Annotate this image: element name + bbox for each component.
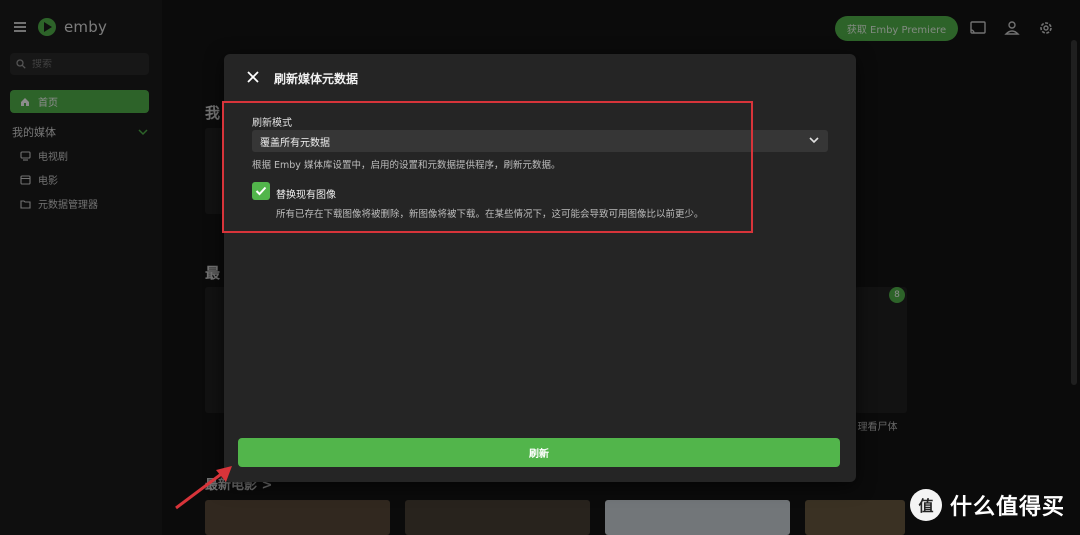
chevron-down-icon — [809, 137, 819, 144]
dialog-title: 刷新媒体元数据 — [274, 72, 359, 86]
watermark-text: 什么值得买 — [950, 495, 1066, 520]
refresh-button[interactable]: 刷新 — [238, 438, 840, 467]
annotation-arrow-icon — [175, 466, 232, 510]
annotation-highlight-box — [222, 101, 753, 233]
watermark: 值 什么值得买 — [910, 489, 1065, 521]
watermark-logo-icon: 值 — [910, 489, 942, 521]
watermark-logo-glyph: 值 — [918, 496, 934, 515]
close-icon[interactable] — [246, 70, 260, 84]
